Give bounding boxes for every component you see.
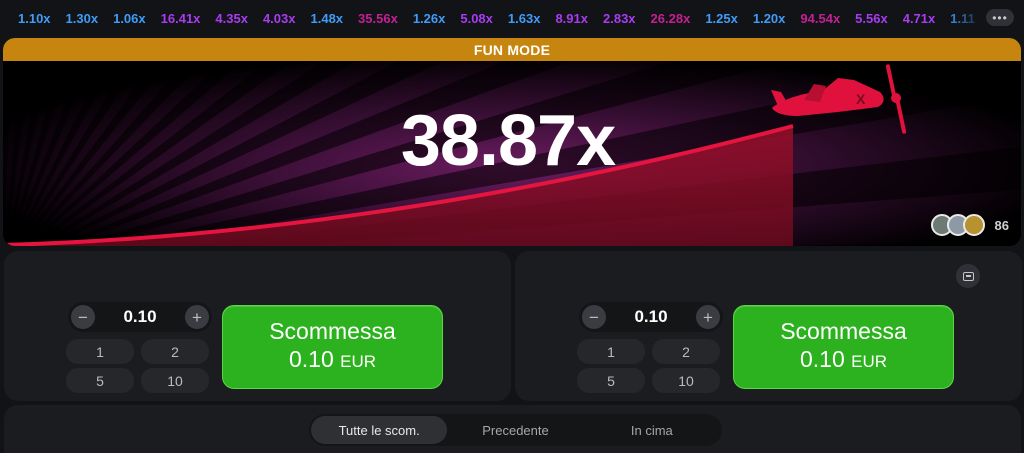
quick-amount-button[interactable]: 10 — [652, 368, 720, 393]
bet-amount-input[interactable]: 0.10 — [123, 307, 156, 327]
history-multiplier: 2.83x — [603, 10, 636, 26]
plus-icon[interactable]: + — [696, 305, 720, 329]
amount-stepper: − 0.10 + — [68, 302, 212, 332]
minus-icon[interactable]: − — [71, 305, 95, 329]
quick-amount-button[interactable]: 5 — [66, 368, 134, 393]
players-online: 86 — [930, 214, 1009, 236]
players-count: 86 — [994, 217, 1009, 233]
history-multiplier: 1.25x — [705, 10, 738, 26]
multiplier-history: 1.10x 1.30x 1.06x 16.41x 4.35x 4.03x 1.48x 35.5… — [0, 0, 1024, 36]
bet-amount-input[interactable]: 0.10 — [634, 307, 667, 327]
bet-button-label: Scommessa — [780, 318, 907, 344]
bets-list-section: Tutte le scom. Precedente In cima — [4, 405, 1021, 453]
bets-tabs: Tutte le scom. Precedente In cima — [309, 414, 722, 446]
bet-button-value: 0.10 — [288, 346, 334, 372]
quick-amount-button[interactable]: 2 — [141, 339, 209, 364]
bet-button-amount: 0.10 EUR — [289, 345, 376, 376]
tab-previous[interactable]: Precedente — [447, 416, 583, 444]
fun-mode-banner: FUN MODE — [3, 38, 1021, 61]
minus-square-icon[interactable] — [956, 264, 980, 288]
history-multiplier: 16.41x — [160, 10, 201, 26]
quick-amount-button[interactable]: 10 — [141, 368, 209, 393]
bet-button-value: 0.10 — [799, 346, 845, 372]
history-multiplier: 4.35x — [215, 10, 248, 26]
tab-top[interactable]: In cima — [584, 416, 720, 444]
history-multiplier: 8.91x — [555, 10, 588, 26]
quick-amount-button[interactable]: 2 — [652, 339, 720, 364]
history-multiplier: 94.54x — [800, 10, 841, 26]
minus-icon[interactable]: − — [582, 305, 606, 329]
history-multiplier: 5.08x — [460, 10, 493, 26]
amount-stepper: − 0.10 + — [579, 302, 723, 332]
place-bet-button[interactable]: Scommessa 0.10 EUR — [733, 305, 954, 389]
history-multiplier: 26.28x — [650, 10, 691, 26]
bet-button-amount: 0.10 EUR — [800, 345, 887, 376]
bet-currency: EUR — [340, 352, 377, 371]
game-area: X FUN MODE 38.87x 86 — [3, 38, 1021, 246]
quick-amount-button[interactable]: 1 — [577, 339, 645, 364]
history-fade — [946, 0, 986, 36]
bet-button-label: Scommessa — [269, 318, 396, 344]
bet-panel-1: − 0.10 + 1 2 5 10 Scommessa 0.10 EUR — [4, 251, 511, 401]
history-multiplier: 1.26x — [412, 10, 446, 26]
history-multiplier: 5.56x — [855, 10, 888, 26]
current-multiplier: 38.87x — [400, 101, 616, 181]
history-multiplier: 1.30x — [65, 10, 99, 26]
player-avatar — [962, 214, 985, 236]
history-list: 1.10x 1.30x 1.06x 16.41x 4.35x 4.03x 1.48x 35.5… — [0, 0, 975, 36]
history-multiplier: 4.03x — [262, 10, 296, 26]
ellipsis-icon[interactable]: ••• — [986, 9, 1014, 26]
bet-currency: EUR — [851, 352, 888, 371]
bet-panel-2: − 0.10 + 1 2 5 10 Scommessa 0.10 EUR — [515, 251, 1022, 401]
history-multiplier: 1.63x — [507, 10, 541, 26]
tab-all-bets[interactable]: Tutte le scom. — [311, 416, 448, 444]
history-multiplier: 4.71x — [902, 10, 936, 26]
quick-amount-button[interactable]: 5 — [577, 368, 645, 393]
place-bet-button[interactable]: Scommessa 0.10 EUR — [222, 305, 443, 389]
history-multiplier: 1.20x — [752, 10, 786, 26]
history-multiplier: 1.48x — [310, 10, 344, 26]
history-multiplier: 1.10x — [18, 10, 51, 26]
history-multiplier: 35.56x — [358, 10, 398, 26]
quick-amount-button[interactable]: 1 — [66, 339, 134, 364]
history-multiplier: 1.06x — [113, 10, 146, 26]
plus-icon[interactable]: + — [185, 305, 209, 329]
